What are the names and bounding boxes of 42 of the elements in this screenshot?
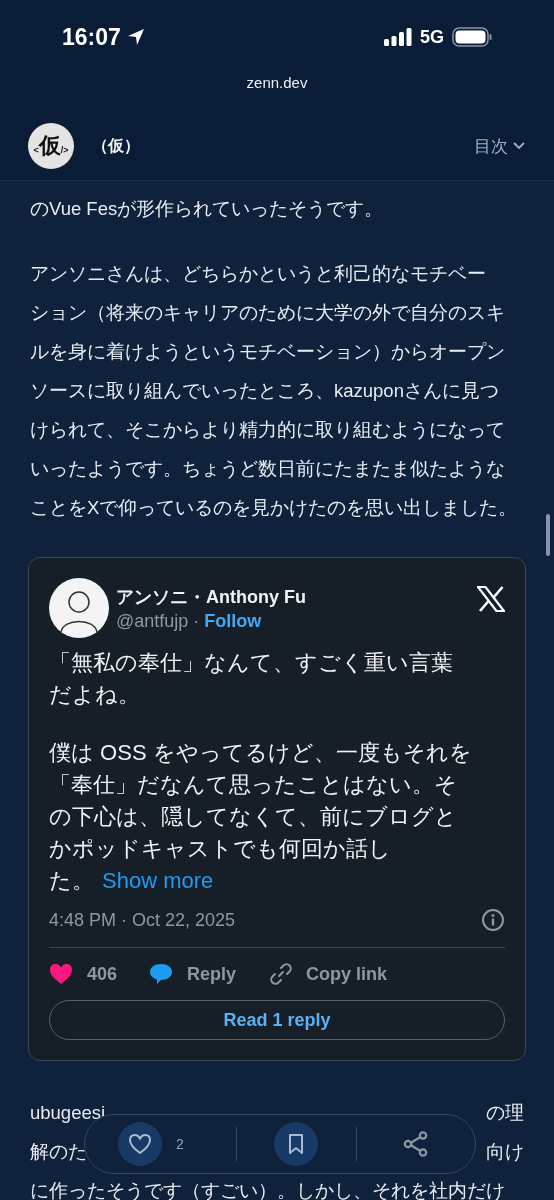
bookmark-icon <box>288 1133 305 1155</box>
location-arrow-icon <box>126 28 145 46</box>
follow-link[interactable]: Follow <box>204 610 262 632</box>
article-text: 向け <box>486 1140 524 1164</box>
network-label: 5G <box>420 26 444 48</box>
author-name: アンソニ・Anthony Fu <box>116 585 307 609</box>
share-icon <box>401 1130 430 1158</box>
reply-button[interactable]: Reply <box>149 963 237 985</box>
site-logo[interactable]: <仮/> <box>28 123 74 169</box>
table-of-contents-button[interactable]: 目次 <box>474 134 526 158</box>
author-handle: @antfujp <box>116 610 189 632</box>
like-button[interactable] <box>118 1122 162 1166</box>
chevron-down-icon <box>512 141 526 151</box>
tweet-text: 「無私の奉仕」なんて、すごく重い言葉 だよね。 <box>49 649 454 709</box>
x-logo-icon[interactable] <box>477 586 505 612</box>
show-more-link[interactable]: Show more <box>102 868 214 893</box>
link-icon <box>270 963 293 985</box>
speech-bubble-icon <box>149 963 174 985</box>
article-paragraph: アンソニさんは、どちらかというと利己的なモチベー ション（将来のキャリアのために大学の外で自分のスキ ルを身に着けようというモチベーション）からオープン ソースに取り組んでいったところ、kazuponさんに見つ けられて、そこからより精力的に取り組むようになって いったようです。ちょうど数日前にたまたま似たような ことをXで仰っているのを見かけたのを思い出しました。 <box>30 262 519 520</box>
info-icon[interactable] <box>481 908 505 932</box>
like-count: 2 <box>176 1136 184 1152</box>
heart-icon <box>49 963 73 985</box>
battery-icon <box>452 27 492 47</box>
copy-link-button[interactable]: Copy link <box>270 963 388 985</box>
separator-dot: · <box>193 610 200 632</box>
article-text: に作ったそうです（すごい）。しかし、それを社内だけ <box>30 1179 506 1200</box>
share-button[interactable] <box>401 1130 430 1158</box>
avatar-icon[interactable] <box>49 578 109 638</box>
bookmark-button[interactable] <box>274 1122 319 1166</box>
heart-icon <box>128 1133 152 1155</box>
tweet-timestamp[interactable]: 4:48 PM · Oct 22, 2025 <box>49 909 236 931</box>
article-text: ubugeesi <box>30 1101 106 1125</box>
article-text: の理 <box>486 1101 524 1125</box>
signal-icon <box>384 28 412 46</box>
scrollbar-thumb[interactable] <box>546 514 550 556</box>
article-text: 解のた <box>30 1140 87 1164</box>
clock-time: 16:07 <box>62 23 121 51</box>
site-title[interactable]: （仮） <box>92 135 140 157</box>
url-label[interactable]: zenn.dev <box>246 72 308 94</box>
tweet-text: 僕は OSS をやってるけど、一度もそれを 「奉仕」だなんて思ったことはない。そ の下心は、隠してなくて、前にブログと かポッドキャストでも何回か話し た。 Show more <box>49 739 473 895</box>
like-button[interactable]: 406 <box>49 963 118 985</box>
article-paragraph: のVue Fesが形作られていったそうです。 <box>30 197 385 221</box>
